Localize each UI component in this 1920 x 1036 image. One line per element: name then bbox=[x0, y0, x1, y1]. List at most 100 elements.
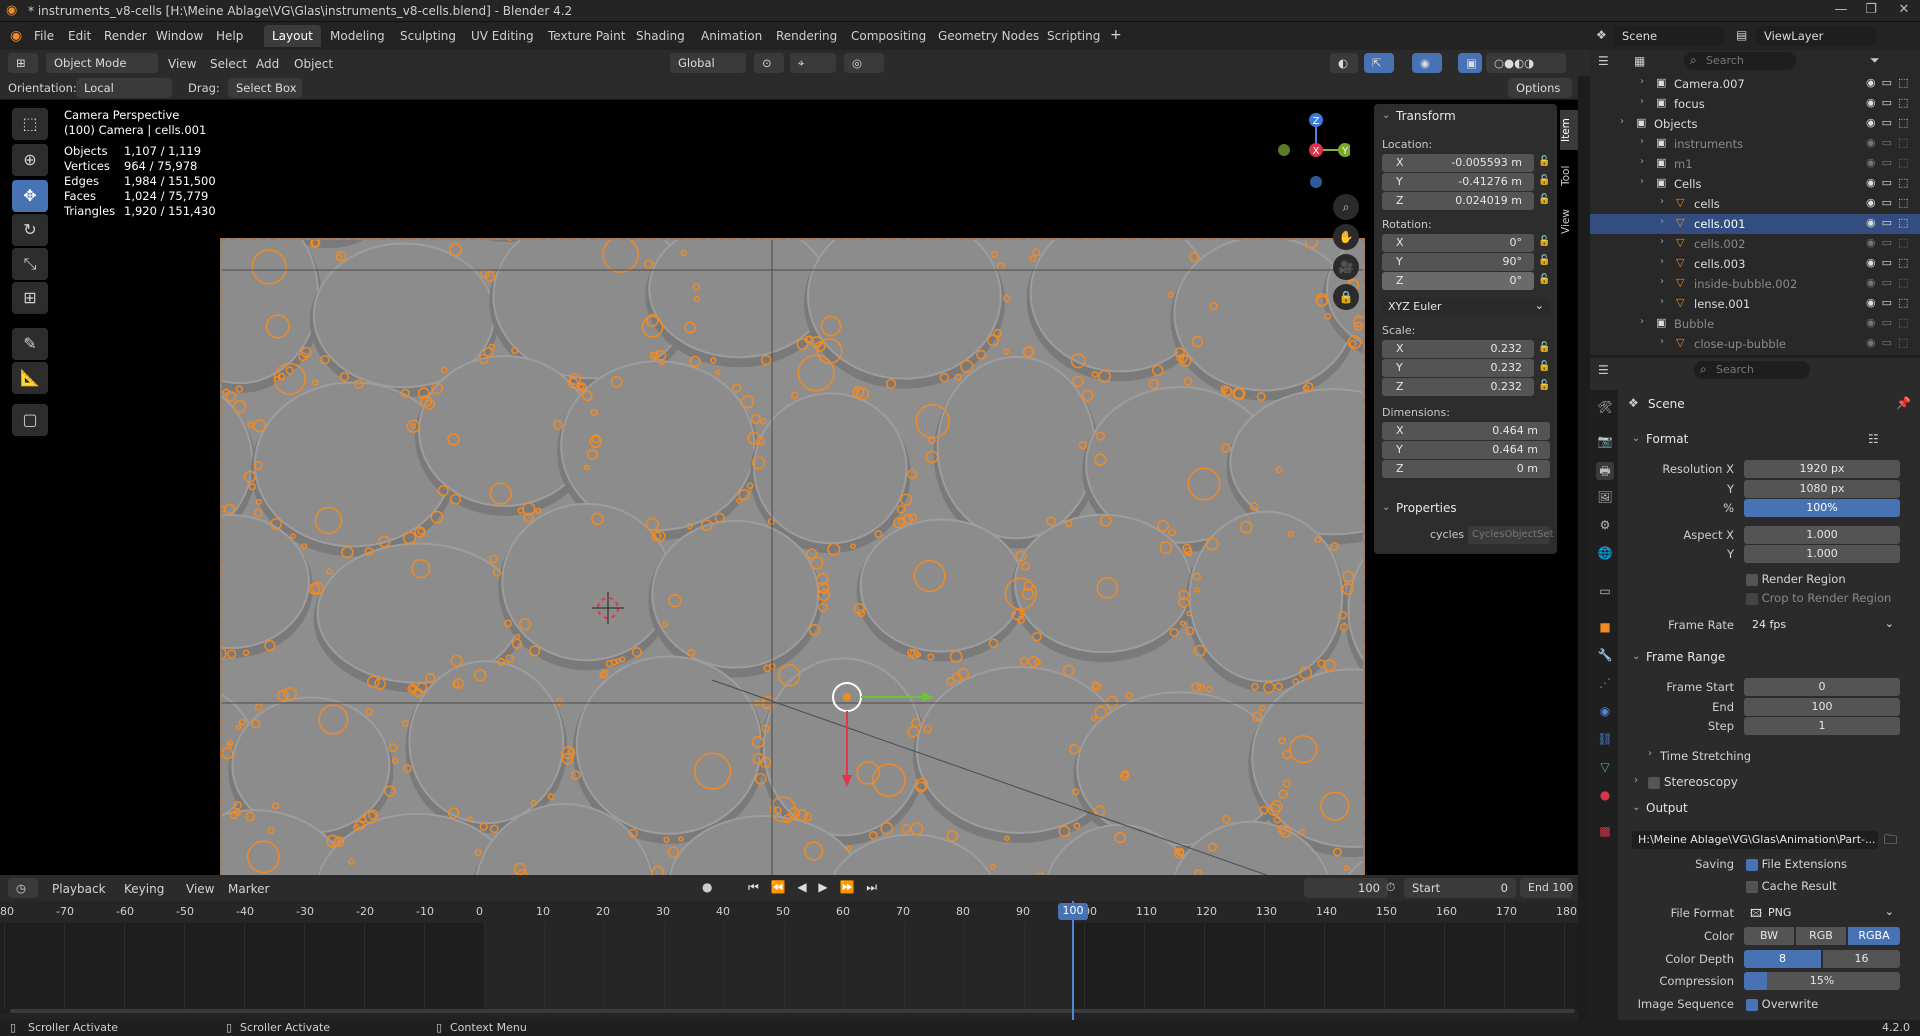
outliner-row[interactable]: › ▣ Bubble ◉▭⬚ bbox=[1590, 314, 1920, 334]
chevron-right-icon[interactable]: › bbox=[1640, 136, 1644, 147]
outliner-search[interactable]: ⌕ Search bbox=[1684, 52, 1796, 70]
camera-view-icon[interactable]: 🎥 bbox=[1333, 254, 1359, 280]
color-depth-16-option[interactable]: 16 bbox=[1823, 950, 1900, 968]
location-z-field[interactable]: Z 0.024019 m bbox=[1382, 192, 1534, 210]
dimensions-x-field[interactable]: X 0.464 m bbox=[1382, 422, 1550, 440]
cache-result-checkbox[interactable]: Cache Result bbox=[1746, 879, 1837, 893]
outliner-row[interactable]: › ▽ lense.001 ◉▭⬚ bbox=[1590, 294, 1920, 314]
compression-slider[interactable]: 15% bbox=[1744, 972, 1900, 990]
lock-icon[interactable]: 🔓 bbox=[1538, 236, 1552, 250]
tool-tab-icon[interactable]: 🛠 bbox=[1596, 400, 1614, 418]
sidebar-tab-view[interactable]: View bbox=[1560, 202, 1578, 242]
timeline-menu-marker[interactable]: Marker bbox=[228, 882, 269, 896]
timeline-scrollbar[interactable] bbox=[10, 1009, 1575, 1013]
location-y-field[interactable]: Y -0.41276 m bbox=[1382, 173, 1534, 191]
chevron-right-icon[interactable]: › bbox=[1640, 96, 1644, 107]
menu-help[interactable]: Help bbox=[216, 29, 243, 43]
scene-selector[interactable]: Scene bbox=[1614, 26, 1724, 46]
data-tab-icon[interactable]: ▽ bbox=[1596, 760, 1614, 778]
output-tab-icon[interactable]: 🖶 bbox=[1596, 462, 1614, 480]
texture-tab-icon[interactable]: ▩ bbox=[1596, 824, 1614, 842]
current-frame-field[interactable]: 100 bbox=[1304, 878, 1388, 898]
playhead-frame-label[interactable]: 100 bbox=[1058, 903, 1088, 920]
rotation-x-field[interactable]: X 0° bbox=[1382, 234, 1534, 252]
drag-selector[interactable]: Select Box bbox=[228, 78, 302, 98]
physics-tab-icon[interactable]: ◉ bbox=[1596, 704, 1614, 722]
tab-layout[interactable]: Layout bbox=[264, 25, 321, 47]
navigation-gizmo[interactable]: Z X Y bbox=[1270, 108, 1350, 192]
annotate-tool-icon[interactable]: ✎ bbox=[12, 328, 48, 360]
color-rgba-option[interactable]: RGBA bbox=[1848, 927, 1900, 945]
lock-icon[interactable]: 🔓 bbox=[1538, 342, 1552, 356]
visibility-toggles-icon[interactable]: ◉▭⬚ bbox=[1866, 136, 1914, 149]
frame-range-panel-title[interactable]: Frame Range bbox=[1646, 650, 1725, 664]
frame-step-field[interactable]: 1 bbox=[1744, 717, 1900, 735]
timeline-editor-type-icon[interactable]: ◷ bbox=[8, 878, 38, 898]
pivot-point-icon[interactable]: ⊙ bbox=[754, 53, 784, 73]
color-rgb-option[interactable]: RGB bbox=[1796, 927, 1846, 945]
tab-rendering[interactable]: Rendering bbox=[768, 25, 845, 47]
timeline-ruler[interactable]: -80 -70 -60 -50 -40 -30 -20 -10 0 10 20 30 40 50 60 70 8… bbox=[0, 901, 1578, 923]
rotation-y-field[interactable]: Y 90° bbox=[1382, 253, 1534, 271]
visibility-toggles-icon[interactable]: ◉▭⬚ bbox=[1866, 176, 1914, 189]
pan-hand-icon[interactable]: ✋ bbox=[1333, 224, 1359, 250]
cycles-prop-field[interactable]: CyclesObjectSet bbox=[1468, 526, 1554, 544]
chevron-down-icon[interactable]: ⌄ bbox=[1632, 651, 1640, 662]
sidebar-tab-item[interactable]: Item bbox=[1560, 110, 1578, 150]
color-bw-option[interactable]: BW bbox=[1744, 927, 1794, 945]
folder-icon[interactable]: 🗀 bbox=[1884, 831, 1897, 853]
outliner-editor-icon[interactable]: ☰ bbox=[1598, 54, 1609, 68]
visibility-toggles-icon[interactable]: ◉▭⬚ bbox=[1866, 76, 1914, 89]
transform-tool-icon[interactable]: ⊞ bbox=[12, 282, 48, 314]
collection-tab-icon[interactable]: ▭ bbox=[1596, 584, 1614, 602]
visibility-toggles-icon[interactable]: ◉▭⬚ bbox=[1866, 116, 1914, 129]
sidebar-tab-tool[interactable]: Tool bbox=[1560, 156, 1578, 196]
chevron-down-icon[interactable]: ⌄ bbox=[1382, 502, 1390, 513]
chevron-right-icon[interactable]: › bbox=[1660, 216, 1664, 227]
chevron-right-icon[interactable]: › bbox=[1634, 775, 1638, 786]
visibility-toggles-icon[interactable]: ◉▭⬚ bbox=[1866, 96, 1914, 109]
tab-texture-paint[interactable]: Texture Paint bbox=[540, 25, 633, 47]
format-panel-title[interactable]: Format bbox=[1646, 432, 1688, 446]
location-x-field[interactable]: X -0.005593 m bbox=[1382, 154, 1534, 172]
modifier-tab-icon[interactable]: 🔧 bbox=[1596, 648, 1614, 666]
display-mode-icon[interactable]: ▦ bbox=[1634, 54, 1645, 68]
chevron-right-icon[interactable]: › bbox=[1620, 116, 1624, 127]
scale-z-field[interactable]: Z 0.232 bbox=[1382, 378, 1534, 396]
chevron-down-icon[interactable]: ⌄ bbox=[1632, 433, 1640, 444]
visibility-icon[interactable]: ◐ bbox=[1330, 53, 1358, 73]
material-tab-icon[interactable]: ● bbox=[1596, 788, 1614, 806]
xray-toggle-icon[interactable]: ▣ bbox=[1458, 53, 1482, 73]
camera-frame[interactable] bbox=[220, 238, 1365, 886]
lock-icon[interactable]: 🔓 bbox=[1538, 194, 1552, 208]
auto-key-icon[interactable]: ● bbox=[702, 880, 712, 894]
resolution-percent-field[interactable]: 100% bbox=[1744, 499, 1900, 517]
blender-menu-icon[interactable]: ◉ bbox=[10, 28, 22, 44]
outliner-row[interactable]: › ▣ m1 ◉▭⬚ bbox=[1590, 154, 1920, 174]
end-frame-field[interactable]: End 100 bbox=[1520, 878, 1573, 898]
constraints-tab-icon[interactable]: ⛓ bbox=[1596, 732, 1614, 750]
select-tool-icon[interactable]: ⬚ bbox=[12, 108, 48, 140]
close-button[interactable]: ✕ bbox=[1893, 2, 1915, 20]
outliner-row[interactable]: › ▣ Cells ◉▭⬚ bbox=[1590, 174, 1920, 194]
tab-modeling[interactable]: Modeling bbox=[322, 25, 393, 47]
mode-selector[interactable]: Object Mode bbox=[46, 53, 158, 73]
frame-start-field[interactable]: 0 bbox=[1744, 678, 1900, 696]
chevron-down-icon[interactable]: ⌄ bbox=[1382, 110, 1390, 121]
overlays-toggle-icon[interactable]: ◉ bbox=[1412, 53, 1442, 73]
chevron-right-icon[interactable]: › bbox=[1640, 76, 1644, 87]
crop-region-checkbox[interactable]: Crop to Render Region bbox=[1746, 591, 1891, 605]
outliner-row[interactable]: › ▽ cells.001 ◉▭⬚ bbox=[1590, 214, 1920, 234]
overwrite-checkbox[interactable]: Overwrite bbox=[1746, 997, 1818, 1011]
minimize-button[interactable]: — bbox=[1830, 2, 1852, 20]
properties-editor-icon[interactable]: ☰ bbox=[1598, 363, 1609, 377]
timeline-track-area[interactable] bbox=[0, 923, 1578, 1013]
chevron-right-icon[interactable]: › bbox=[1640, 316, 1644, 327]
visibility-toggles-icon[interactable]: ◉▭⬚ bbox=[1866, 196, 1914, 209]
aspect-x-field[interactable]: 1.000 bbox=[1744, 526, 1900, 544]
dimensions-y-field[interactable]: Y 0.464 m bbox=[1382, 441, 1550, 459]
particles-tab-icon[interactable]: ⋰ bbox=[1596, 676, 1614, 694]
color-depth-8-option[interactable]: 8 bbox=[1744, 950, 1821, 968]
add-workspace-button[interactable]: + bbox=[1110, 27, 1122, 43]
cursor-tool-icon[interactable]: ⊕ bbox=[12, 144, 48, 176]
